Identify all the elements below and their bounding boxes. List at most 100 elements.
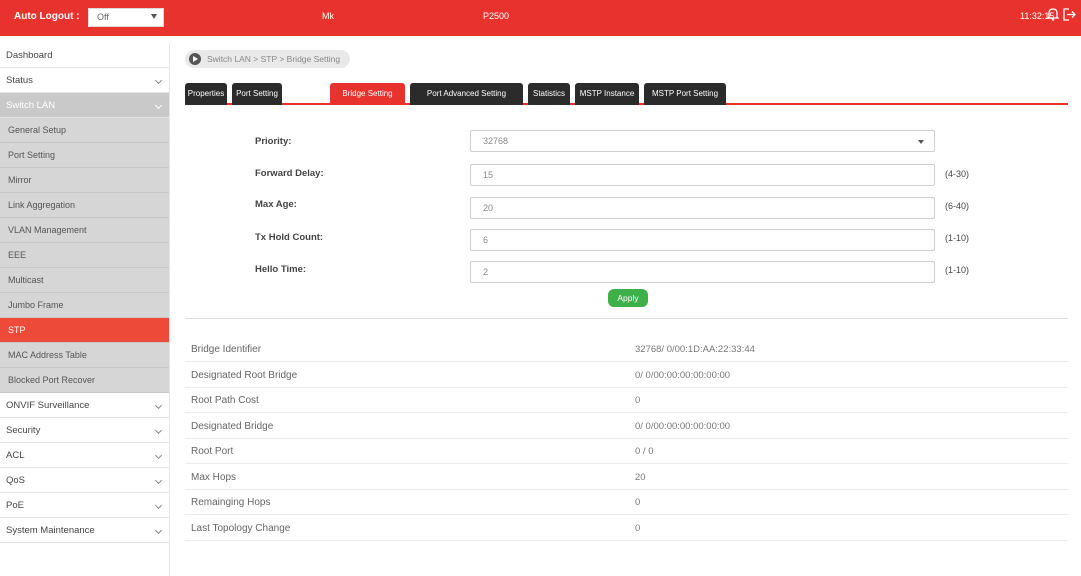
- sidebar-item-label: Link Aggregation: [8, 200, 76, 210]
- info-value: 20: [635, 471, 646, 483]
- info-value: 32768/ 0/00:1D:AA:22:33:44: [635, 344, 755, 355]
- sidebar-item-qos[interactable]: QoS: [0, 468, 169, 493]
- info-value: 0 / 0: [635, 446, 654, 457]
- forward-delay-input[interactable]: 15: [470, 164, 935, 186]
- sidebar-item-label: PoE: [6, 500, 24, 511]
- breadcrumb: Switch LAN > STP > Bridge Setting: [185, 50, 351, 68]
- table-row: Last Topology Change 0: [185, 516, 1068, 541]
- auto-logout-label: Auto Logout :: [14, 11, 80, 22]
- sidebar-item-acl[interactable]: ACL: [0, 443, 169, 468]
- sidebar-item-link-aggregation[interactable]: Link Aggregation: [0, 193, 169, 218]
- sidebar-item-switch-lan[interactable]: Switch LAN: [0, 93, 169, 118]
- hello-time-range: (1-10): [945, 265, 970, 275]
- forward-delay-value: 15: [483, 170, 494, 180]
- hello-time-input[interactable]: 2: [470, 261, 935, 283]
- auto-logout-value: Off: [97, 12, 109, 22]
- sidebar-item-status[interactable]: Status: [0, 68, 169, 93]
- breadcrumb-text: Switch LAN > STP > Bridge Setting: [207, 54, 341, 64]
- info-key: Max Hops: [191, 471, 237, 483]
- info-key: Last Topology Change: [191, 522, 291, 534]
- sidebar-item-vlan-management[interactable]: VLAN Management: [0, 218, 169, 243]
- hello-time-value: 2: [483, 267, 489, 277]
- max-age-input[interactable]: 20: [470, 197, 935, 219]
- info-key: Designated Root Bridge: [191, 369, 298, 381]
- divider: [185, 318, 1068, 319]
- tx-hold-count-input[interactable]: 6: [470, 229, 935, 251]
- tab-mstp-instance[interactable]: MSTP Instance: [575, 83, 639, 105]
- sidebar-item-port-setting[interactable]: Port Setting: [0, 143, 169, 168]
- sidebar-item-label: Jumbo Frame: [8, 300, 64, 310]
- tab-statistics[interactable]: Statistics: [528, 83, 570, 105]
- sidebar-item-label: VLAN Management: [8, 225, 87, 235]
- logout-icon[interactable]: [1063, 8, 1077, 24]
- chevron-down-icon: [154, 101, 163, 110]
- tab-properties[interactable]: Properties: [185, 83, 227, 105]
- table-row: Max Hops 20: [185, 465, 1068, 490]
- sidebar-item-label: Mirror: [8, 175, 32, 185]
- sidebar-item-jumbo-frame[interactable]: Jumbo Frame: [0, 293, 169, 318]
- sidebar-item-dashboard[interactable]: Dashboard: [0, 43, 169, 68]
- tab-bar: Properties Port Setting Bridge Setting Port…: [185, 83, 1068, 105]
- chevron-down-icon: [154, 76, 163, 85]
- info-key: Bridge Identifier: [191, 344, 262, 355]
- table-row: Root Path Cost 0: [185, 388, 1068, 413]
- chevron-down-icon: [154, 426, 163, 435]
- sidebar-item-multicast[interactable]: Multicast: [0, 268, 169, 293]
- sidebar-item-general-setup[interactable]: General Setup: [0, 118, 169, 143]
- priority-select[interactable]: 32768: [470, 130, 935, 152]
- priority-value: 32768: [483, 136, 509, 146]
- tab-port-setting[interactable]: Port Setting: [232, 83, 282, 105]
- sidebar-item-blocked-port-recover[interactable]: Blocked Port Recover: [0, 368, 169, 393]
- sidebar-item-eee[interactable]: EEE: [0, 243, 169, 268]
- chevron-down-icon: [154, 401, 163, 410]
- sidebar-item-label: EEE: [8, 250, 27, 260]
- info-value: 0: [635, 497, 641, 508]
- tab-bridge-setting[interactable]: Bridge Setting: [330, 83, 405, 105]
- sidebar-item-label: General Setup: [8, 125, 67, 135]
- breadcrumb-play-icon: [189, 53, 201, 65]
- chevron-down-icon: [154, 526, 163, 535]
- sidebar-item-label: ACL: [6, 450, 25, 461]
- info-value: 0/ 0/00:00:00:00:00:00: [635, 369, 731, 381]
- info-value: 0: [635, 522, 641, 534]
- sidebar-item-label: Status: [6, 75, 33, 86]
- sidebar-item-security[interactable]: Security: [0, 418, 169, 443]
- sidebar-item-poe[interactable]: PoE: [0, 493, 169, 518]
- tab-port-advanced-setting[interactable]: Port Advanced Setting: [410, 83, 523, 105]
- table-row: Bridge Identifier 32768/ 0/00:1D:AA:22:33…: [185, 337, 1068, 362]
- info-value: 0: [635, 395, 641, 406]
- hello-time-label: Hello Time:: [255, 264, 307, 275]
- tab-mstp-port-setting[interactable]: MSTP Port Setting: [644, 83, 726, 105]
- sidebar-item-onvif-surveillance[interactable]: ONVIF Surveillance: [0, 393, 169, 418]
- tx-hold-count-label: Tx Hold Count:: [255, 232, 324, 243]
- sidebar-item-label: System Maintenance: [6, 525, 95, 536]
- priority-label: Priority:: [255, 136, 292, 147]
- sidebar-item-system-maintenance[interactable]: System Maintenance: [0, 518, 169, 543]
- sidebar-item-label: Blocked Port Recover: [8, 375, 96, 385]
- bell-icon[interactable]: [1046, 7, 1060, 24]
- max-age-value: 20: [483, 203, 494, 213]
- table-row: Root Port 0 / 0: [185, 439, 1068, 464]
- sidebar-item-label: MAC Address Table: [8, 350, 87, 360]
- model-name: P2500: [483, 11, 510, 21]
- apply-button[interactable]: Apply: [608, 289, 648, 307]
- sidebar-item-mirror[interactable]: Mirror: [0, 168, 169, 193]
- tx-hold-count-value: 6: [483, 235, 489, 245]
- caret-down-icon: [918, 140, 924, 144]
- auto-logout-select[interactable]: Off: [88, 8, 164, 27]
- sidebar-item-stp[interactable]: STP: [0, 318, 169, 343]
- info-key: Root Port: [191, 446, 234, 457]
- info-value: 0/ 0/00:00:00:00:00:00: [635, 420, 731, 432]
- sidebar: Dashboard Status Switch LAN General Setup Po…: [0, 43, 170, 576]
- table-row: Designated Root Bridge 0/ 0/00:00:00:00:0…: [185, 363, 1068, 388]
- table-row: Designated Bridge 0/ 0/00:00:00:00:00:00: [185, 414, 1068, 439]
- sidebar-item-mac-address-table[interactable]: MAC Address Table: [0, 343, 169, 368]
- sidebar-item-label: Security: [6, 425, 41, 436]
- sidebar-item-label: Switch LAN: [6, 100, 56, 111]
- sidebar-item-label: Dashboard: [6, 50, 53, 61]
- max-age-label: Max Age:: [255, 199, 297, 210]
- sidebar-item-label: Multicast: [8, 275, 44, 285]
- sidebar-item-label: QoS: [6, 475, 26, 486]
- forward-delay-range: (4-30): [945, 169, 970, 179]
- forward-delay-label: Forward Delay:: [255, 168, 324, 179]
